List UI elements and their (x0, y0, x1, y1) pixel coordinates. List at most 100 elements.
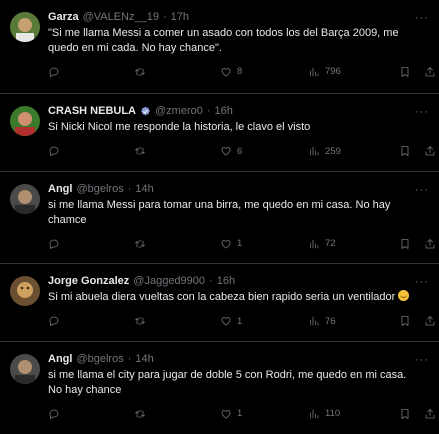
bookmark-button[interactable] (399, 65, 411, 78)
separator: · (209, 275, 213, 287)
display-name[interactable]: Angl (48, 352, 72, 366)
more-icon[interactable]: ··· (415, 12, 429, 24)
separator: · (162, 11, 167, 23)
separator: · (206, 105, 211, 117)
reply-icon (49, 146, 59, 156)
reply-button[interactable] (48, 65, 65, 78)
laughing-emoji-icon (398, 290, 410, 301)
more-icon[interactable]: ··· (415, 184, 429, 196)
user-handle[interactable]: @bgelros (76, 182, 123, 196)
like-button[interactable]: 1 (220, 407, 242, 420)
views-icon (310, 146, 319, 156)
like-button[interactable]: 1 (220, 315, 242, 328)
retweet-icon (135, 68, 145, 75)
like-button[interactable]: 6 (220, 145, 242, 158)
views-icon (310, 316, 319, 326)
timestamp[interactable]: 14h (135, 182, 153, 196)
share-button[interactable] (424, 315, 436, 328)
like-count: 8 (237, 66, 243, 77)
avatar[interactable] (10, 276, 40, 306)
share-button[interactable] (424, 237, 436, 250)
reply-button[interactable] (48, 237, 65, 250)
tweet-header: Jorge Gonzalez @Jagged9900 · 16h (48, 274, 429, 288)
retweet-button[interactable] (134, 315, 151, 328)
display-name[interactable]: Garza (48, 10, 79, 24)
separator: · (127, 183, 132, 195)
view-count: 259 (325, 145, 341, 157)
retweet-button[interactable] (134, 237, 151, 250)
reply-icon (49, 316, 59, 326)
views-button[interactable]: 796 (308, 65, 341, 78)
share-icon (425, 238, 435, 248)
reply-button[interactable] (48, 145, 65, 158)
retweet-button[interactable] (134, 145, 151, 158)
like-button[interactable]: 1 (220, 237, 242, 250)
tweet-actions: 6 259 (48, 139, 435, 167)
views-button[interactable]: 76 (308, 315, 336, 328)
heart-icon (221, 67, 231, 76)
view-count: 796 (325, 66, 341, 77)
share-button[interactable] (424, 407, 436, 420)
like-count: 1 (237, 315, 243, 327)
view-count: 76 (325, 315, 336, 327)
views-button[interactable]: 72 (308, 237, 336, 250)
tweet[interactable]: Jorge Gonzalez @Jagged9900 · 16h ··· Si … (0, 264, 439, 342)
heart-icon (221, 317, 231, 326)
tweet-text: si me llama el city para jugar de doble … (48, 369, 407, 396)
view-count: 110 (325, 408, 341, 419)
share-button[interactable] (424, 145, 436, 158)
timestamp[interactable]: 17h (171, 10, 189, 24)
tweet-header: Angl @bgelros · 14h (48, 352, 429, 366)
bookmark-icon (401, 238, 409, 249)
reply-button[interactable] (48, 315, 65, 328)
share-button[interactable] (424, 65, 436, 78)
more-icon[interactable]: ··· (415, 276, 429, 288)
bookmark-icon (401, 146, 409, 156)
user-handle[interactable]: @Jagged9900 (133, 274, 205, 288)
tweet-header: CRASH NEBULA @zmero0 · 16h (48, 104, 429, 118)
heart-icon (221, 147, 231, 156)
views-button[interactable]: 110 (308, 407, 340, 420)
bookmark-button[interactable] (399, 315, 411, 328)
timestamp[interactable]: 16h (215, 104, 233, 118)
display-name[interactable]: CRASH NEBULA (48, 104, 136, 118)
more-icon[interactable]: ··· (415, 106, 429, 118)
display-name[interactable]: Jorge Gonzalez (48, 274, 129, 288)
tweet-header: Garza @VALENz__19 · 17h (48, 10, 429, 24)
like-count: 1 (237, 408, 243, 419)
share-icon (425, 66, 435, 76)
tweet[interactable]: Garza @VALENz__19 · 17h ··· "Si me llama… (0, 0, 439, 94)
bookmark-button[interactable] (399, 407, 411, 420)
bookmark-button[interactable] (399, 237, 411, 250)
like-count: 1 (237, 238, 243, 249)
tweet-text-content: Si mi abuela diera vueltas con la cabeza… (48, 291, 396, 303)
tweet-text: Si mi abuela diera vueltas con la cabeza… (48, 290, 429, 305)
views-button[interactable]: 259 (308, 145, 341, 158)
avatar[interactable] (10, 184, 40, 214)
timestamp[interactable]: 14h (135, 352, 153, 366)
tweet[interactable]: CRASH NEBULA @zmero0 · 16h ··· Si Nicki … (0, 94, 439, 172)
retweet-button[interactable] (134, 407, 151, 420)
display-name[interactable]: Angl (48, 182, 72, 196)
like-button[interactable]: 8 (220, 65, 242, 78)
retweet-icon (135, 147, 145, 155)
like-count: 6 (237, 145, 243, 157)
avatar[interactable] (10, 354, 40, 384)
retweet-icon (135, 410, 145, 417)
bookmark-button[interactable] (399, 145, 411, 158)
more-icon[interactable]: ··· (415, 354, 429, 366)
tweet-text: "Si me llama Messi a comer un asado con … (48, 27, 399, 54)
reply-button[interactable] (48, 407, 65, 420)
avatar[interactable] (10, 106, 40, 136)
tweet[interactable]: Angl @bgelros · 14h ··· si me llama el c… (0, 342, 439, 434)
user-handle[interactable]: @VALENz__19 (83, 10, 159, 24)
tweet[interactable]: Angl @bgelros · 14h ··· si me llama Mess… (0, 172, 439, 264)
timestamp[interactable]: 16h (217, 274, 235, 288)
user-handle[interactable]: @zmero0 (155, 104, 203, 118)
views-icon (310, 409, 319, 418)
tweet-text: si me llama Messi para tomar una birra, … (48, 199, 391, 226)
heart-icon (221, 409, 231, 418)
user-handle[interactable]: @bgelros (76, 352, 123, 366)
retweet-button[interactable] (134, 65, 151, 78)
avatar[interactable] (10, 12, 40, 42)
